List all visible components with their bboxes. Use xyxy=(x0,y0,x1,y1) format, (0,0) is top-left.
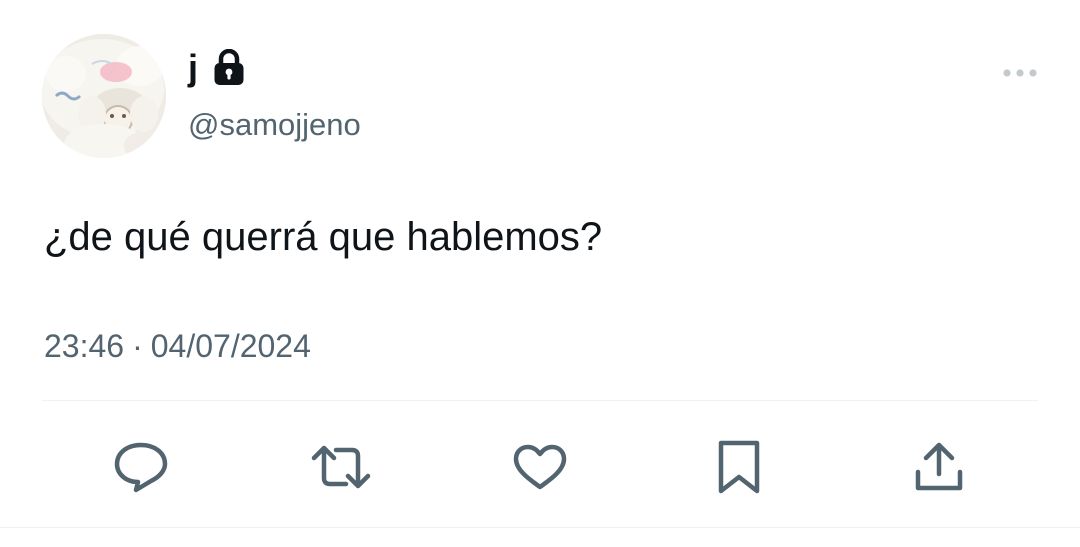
action-bar xyxy=(0,432,1080,502)
share-button[interactable] xyxy=(904,432,974,502)
reply-button[interactable] xyxy=(106,432,176,502)
display-name-row[interactable]: j xyxy=(188,46,245,90)
display-name[interactable]: j xyxy=(188,46,199,90)
divider xyxy=(42,400,1038,401)
tweet-text: ¿de qué querrá que hablemos? xyxy=(44,215,603,259)
avatar[interactable] xyxy=(42,34,166,158)
more-options-button[interactable] xyxy=(1000,62,1040,84)
more-dots-icon xyxy=(1003,69,1037,77)
heart-icon xyxy=(513,444,567,490)
share-icon xyxy=(915,442,963,491)
lock-icon xyxy=(213,49,245,87)
tweet-meta: 23:46 · 04/07/2024 xyxy=(44,326,311,366)
plush-toy-avatar-image xyxy=(42,34,166,158)
reply-icon xyxy=(114,442,168,493)
user-handle[interactable]: @samojjeno xyxy=(188,106,361,144)
tweet-date[interactable]: 04/07/2024 xyxy=(151,326,311,366)
bookmark-button[interactable] xyxy=(704,432,774,502)
meta-separator: · xyxy=(132,328,143,364)
retweet-button[interactable] xyxy=(306,432,376,502)
like-button[interactable] xyxy=(505,432,575,502)
tweet-card: j @samojjeno ¿de qué querrá que hablemos… xyxy=(0,0,1080,547)
tweet-time[interactable]: 23:46 xyxy=(44,326,124,366)
bottom-divider xyxy=(0,527,1080,528)
retweet-icon xyxy=(311,445,371,489)
bookmark-icon xyxy=(718,440,760,494)
